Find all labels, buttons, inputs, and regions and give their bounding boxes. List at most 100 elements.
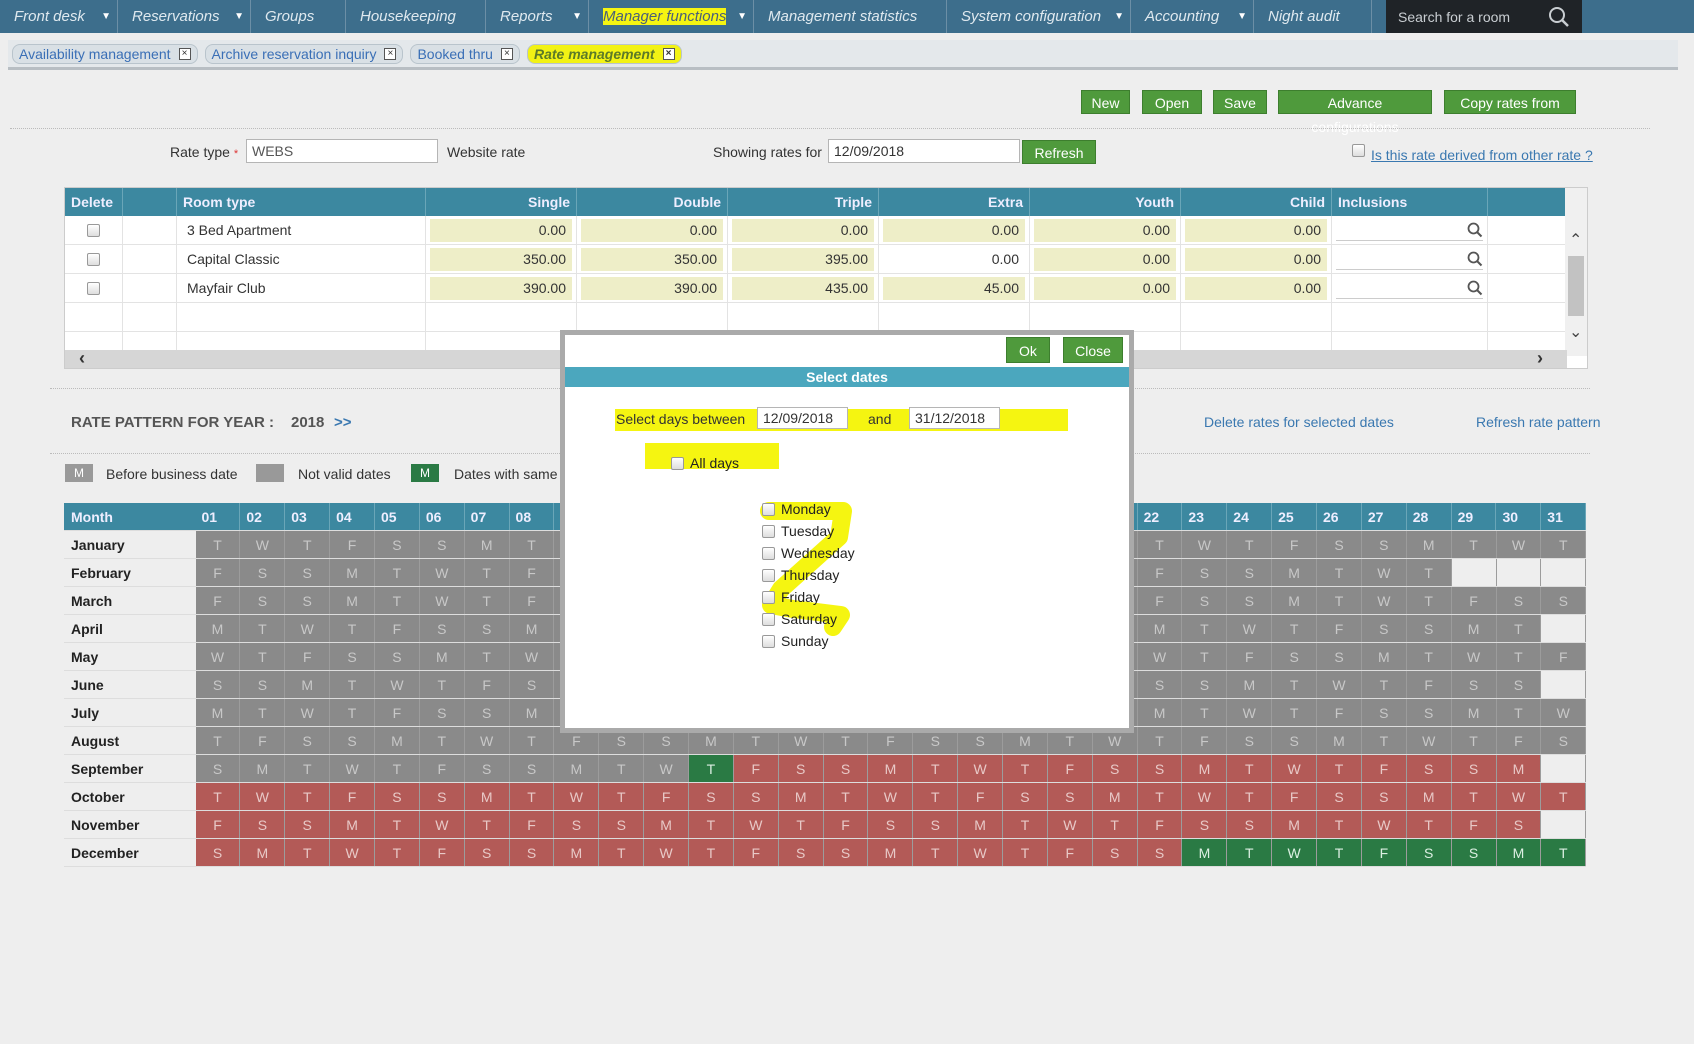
- calendar-day-cell[interactable]: F: [195, 811, 241, 838]
- menu-management-statistics[interactable]: Management statistics: [754, 0, 947, 33]
- rate-input-triple[interactable]: 435.00: [732, 277, 874, 300]
- calendar-day-cell[interactable]: S: [1047, 783, 1093, 810]
- calendar-day-cell[interactable]: M: [1496, 839, 1542, 866]
- calendar-day-cell[interactable]: T: [1406, 811, 1452, 838]
- calendar-day-cell[interactable]: F: [733, 839, 779, 866]
- chevron-down-icon[interactable]: ▼: [101, 11, 111, 22]
- all-days-option[interactable]: All days: [671, 455, 739, 471]
- calendar-day-cell[interactable]: S: [1092, 839, 1138, 866]
- day-checkbox[interactable]: [762, 568, 775, 582]
- calendar-day-cell[interactable]: T: [1317, 755, 1362, 782]
- calendar-day-cell[interactable]: W: [1272, 755, 1318, 782]
- day-checkbox[interactable]: [762, 634, 775, 648]
- calendar-day-cell[interactable]: S: [1451, 755, 1497, 782]
- calendar-day-cell[interactable]: T: [464, 811, 510, 838]
- calendar-day-cell[interactable]: S: [195, 839, 241, 866]
- calendar-day-cell[interactable]: S: [419, 783, 465, 810]
- calendar-day-cell[interactable]: F: [1361, 755, 1407, 782]
- calendar-day-cell[interactable]: F: [958, 783, 1004, 810]
- open-button[interactable]: Open: [1142, 90, 1202, 114]
- calendar-day-cell[interactable]: M: [554, 839, 600, 866]
- rate-input-youth[interactable]: 0.00: [1034, 277, 1176, 300]
- day-option-thursday[interactable]: Thursday: [762, 567, 839, 583]
- column-header[interactable]: Room type: [177, 188, 426, 216]
- rate-input-extra[interactable]: 0.00: [883, 219, 1025, 242]
- calendar-day-cell[interactable]: T: [599, 783, 645, 810]
- calendar-day-cell[interactable]: F: [330, 783, 376, 810]
- calendar-day-cell[interactable]: S: [778, 755, 824, 782]
- inclusions-input[interactable]: [1336, 248, 1483, 270]
- calendar-day-cell[interactable]: W: [1496, 783, 1542, 810]
- column-header[interactable]: Triple: [728, 188, 879, 216]
- calendar-day-cell[interactable]: T: [1137, 783, 1183, 810]
- day-checkbox[interactable]: [762, 546, 775, 560]
- chevron-down-icon[interactable]: ▼: [234, 11, 244, 22]
- calendar-day-cell[interactable]: S: [733, 783, 779, 810]
- calendar-day-cell[interactable]: F: [1451, 811, 1497, 838]
- calendar-day-cell[interactable]: M: [1182, 755, 1228, 782]
- showing-rates-date-input[interactable]: 12/09/2018: [828, 139, 1020, 163]
- all-days-checkbox[interactable]: [671, 456, 684, 470]
- calendar-day-cell[interactable]: F: [1047, 839, 1093, 866]
- calendar-day-cell[interactable]: T: [1227, 755, 1273, 782]
- menu-groups[interactable]: Groups: [251, 0, 346, 33]
- calendar-day-cell[interactable]: F: [644, 783, 690, 810]
- menu-front-desk[interactable]: Front desk ▼: [0, 0, 118, 33]
- calendar-day-cell[interactable]: F: [419, 839, 465, 866]
- menu-reports[interactable]: Reports ▼: [486, 0, 589, 33]
- rate-input-double[interactable]: 0.00: [581, 219, 723, 242]
- advance-configurations-button[interactable]: Advance configurations: [1278, 90, 1432, 135]
- calendar-day-cell[interactable]: W: [330, 839, 376, 866]
- calendar-day-cell[interactable]: T: [1092, 811, 1138, 838]
- calendar-day-cell[interactable]: S: [913, 811, 959, 838]
- calendar-day-cell[interactable]: S: [1182, 811, 1228, 838]
- calendar-day-cell[interactable]: T: [195, 783, 241, 810]
- chevron-down-icon[interactable]: ▼: [572, 11, 582, 22]
- delete-row-checkbox[interactable]: [87, 253, 100, 266]
- menu-accounting[interactable]: Accounting ▼: [1131, 0, 1254, 33]
- calendar-day-cell[interactable]: W: [240, 783, 286, 810]
- calendar-day-cell[interactable]: F: [1272, 783, 1318, 810]
- chevron-down-icon[interactable]: ▼: [737, 11, 747, 22]
- calendar-day-cell[interactable]: W: [554, 783, 600, 810]
- refresh-rate-pattern-link[interactable]: Refresh rate pattern: [1476, 414, 1601, 430]
- calendar-day-cell[interactable]: T: [1541, 839, 1587, 866]
- day-checkbox[interactable]: [762, 502, 775, 516]
- calendar-day-cell[interactable]: W: [1047, 811, 1093, 838]
- calendar-day-cell[interactable]: M: [868, 755, 914, 782]
- derived-rate-link[interactable]: Is this rate derived from other rate ?: [1371, 147, 1593, 163]
- derived-rate-checkbox[interactable]: [1352, 144, 1365, 157]
- calendar-day-cell[interactable]: M: [1182, 839, 1228, 866]
- calendar-day-cell[interactable]: W: [1272, 839, 1318, 866]
- delete-row-checkbox[interactable]: [87, 282, 100, 295]
- calendar-day-cell[interactable]: S: [509, 839, 555, 866]
- calendar-day-cell[interactable]: T: [913, 783, 959, 810]
- chevron-down-icon[interactable]: ▼: [1237, 11, 1247, 22]
- close-button[interactable]: Close: [1063, 337, 1123, 363]
- chevron-right-icon[interactable]: ›: [1537, 348, 1543, 369]
- grid-vertical-scrollbar[interactable]: ⌃ ⌄: [1565, 188, 1587, 356]
- tab-archive-reservation-inquiry[interactable]: Archive reservation inquiry ×: [204, 43, 404, 64]
- chevron-down-icon[interactable]: ▼: [1114, 11, 1124, 22]
- calendar-day-cell[interactable]: T: [689, 811, 734, 838]
- calendar-day-cell[interactable]: T: [509, 783, 555, 810]
- calendar-day-cell[interactable]: F: [733, 755, 779, 782]
- day-checkbox[interactable]: [762, 590, 775, 604]
- day-option-wednesday[interactable]: Wednesday: [762, 545, 855, 561]
- calendar-day-cell[interactable]: M: [1092, 783, 1138, 810]
- calendar-day-cell[interactable]: T: [375, 839, 420, 866]
- calendar-day-cell[interactable]: M: [240, 839, 286, 866]
- menu-system-configuration[interactable]: System configuration ▼: [947, 0, 1131, 33]
- calendar-day-cell[interactable]: M: [1496, 755, 1542, 782]
- calendar-day-cell[interactable]: S: [1361, 783, 1407, 810]
- rate-input-triple[interactable]: 0.00: [732, 219, 874, 242]
- calendar-day-cell[interactable]: S: [1092, 755, 1138, 782]
- calendar-day-cell[interactable]: F: [1361, 839, 1407, 866]
- calendar-day-cell[interactable]: S: [285, 811, 331, 838]
- delete-row-checkbox[interactable]: [87, 224, 100, 237]
- day-option-friday[interactable]: Friday: [762, 589, 820, 605]
- calendar-day-cell[interactable]: T: [689, 839, 734, 866]
- rate-input-youth[interactable]: 0.00: [1034, 248, 1176, 271]
- calendar-day-cell[interactable]: T: [1003, 839, 1048, 866]
- rate-input-child[interactable]: 0.00: [1185, 248, 1327, 271]
